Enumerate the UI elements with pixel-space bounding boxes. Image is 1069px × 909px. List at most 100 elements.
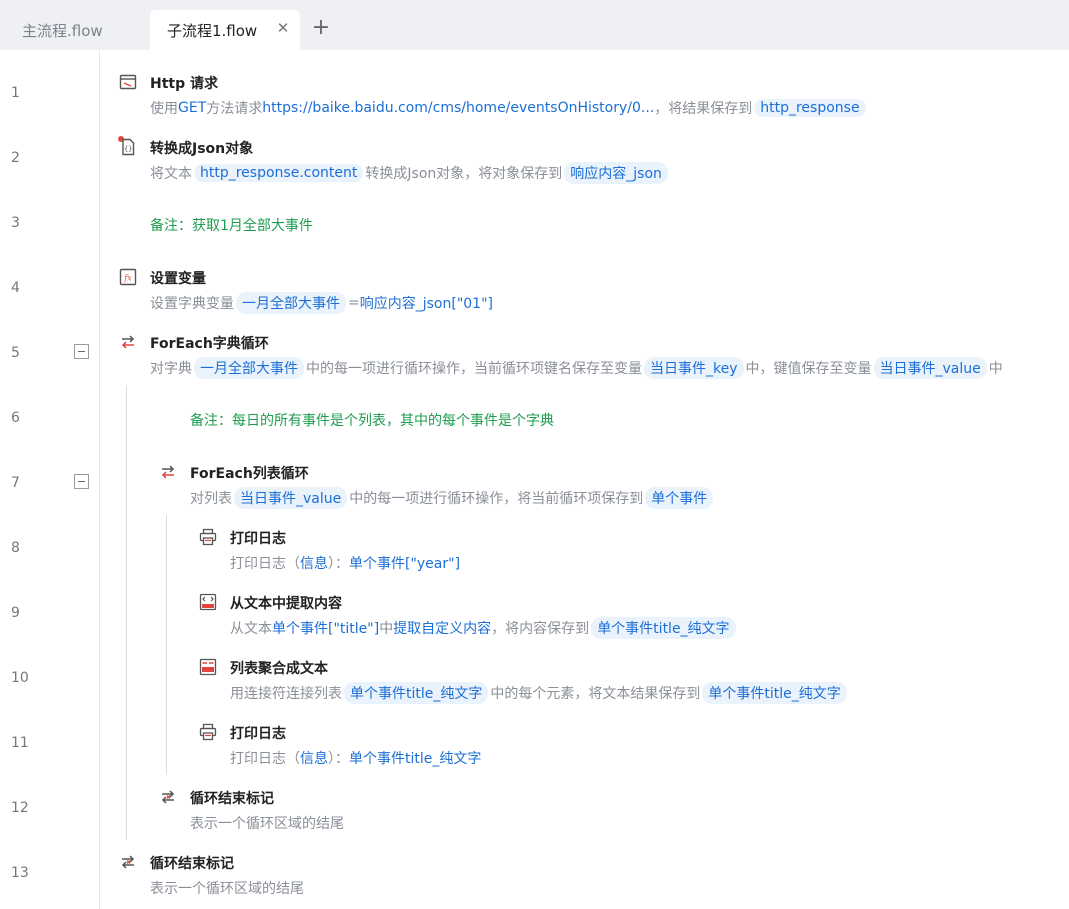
tab-label: 主流程.flow bbox=[22, 21, 103, 40]
desc-text: ）： bbox=[328, 556, 349, 572]
step-description: 用连接符连接列表 单个事件title_纯文字 中的每个元素，将文本结果保存到 单… bbox=[230, 681, 849, 705]
variable-chip: http_response bbox=[754, 99, 866, 117]
desc-text: ）： bbox=[328, 751, 349, 767]
tab-subflow-1[interactable]: 子流程1.flow ✕ bbox=[150, 10, 300, 50]
variable-chip: http_response.content bbox=[194, 164, 364, 182]
line-number: 9 bbox=[11, 605, 20, 621]
line-number: 4 bbox=[11, 280, 20, 296]
step-description: 从文本 单个事件["title"] 中 提取自定义内容 ，将内容保存到 单个事件… bbox=[230, 616, 738, 640]
tab-label: 子流程1.flow bbox=[167, 21, 258, 40]
line-number: 3 bbox=[11, 215, 20, 231]
desc-text: 对字典 bbox=[150, 361, 192, 377]
step-loop-end-outer[interactable]: 循环结束标记 表示一个循环区域的结尾 bbox=[118, 853, 1058, 901]
desc-text: 方法请求 bbox=[206, 101, 263, 117]
desc-text: 中 bbox=[379, 621, 394, 637]
desc-text: ，将结果保存到 bbox=[654, 101, 753, 117]
step-extract-text[interactable]: 从文本中提取内容 从文本 单个事件["title"] 中 提取自定义内容 ，将内… bbox=[198, 593, 1058, 641]
loop-end-icon bbox=[161, 790, 175, 804]
param-level: 信息 bbox=[300, 556, 328, 572]
desc-text: = bbox=[348, 295, 360, 311]
line-number: 2 bbox=[11, 150, 20, 166]
variable-chip: 单个事件title_纯文字 bbox=[702, 682, 847, 704]
desc-text: 设置字典变量 bbox=[150, 296, 234, 312]
variable-chip: 当日事件_value bbox=[234, 487, 348, 509]
desc-text: ，将内容保存到 bbox=[491, 621, 590, 637]
desc-text: 用连接符连接列表 bbox=[230, 686, 342, 702]
step-description: 对列表 当日事件_value 中的每一项进行循环操作，将当前循环项保存到 单个事… bbox=[190, 486, 715, 510]
tab-main-flow[interactable]: 主流程.flow bbox=[0, 10, 150, 50]
line-number: 1 bbox=[11, 85, 20, 101]
variable-chip: 当日事件_key bbox=[644, 357, 744, 379]
step-loop-end-inner[interactable]: 循环结束标记 表示一个循环区域的结尾 bbox=[158, 788, 1058, 836]
step-foreach-list[interactable]: ForEach列表循环 对列表 当日事件_value 中的每一项进行循环操作，将… bbox=[158, 463, 1058, 511]
step-set-variable[interactable]: fx 设置变量 设置字典变量 一月全部大事件 = 响应内容_json["01"] bbox=[118, 268, 1058, 316]
step-title: 打印日志 bbox=[230, 531, 286, 547]
step-description: 将文本 http_response.content 转换成Json对象，将对象保… bbox=[150, 161, 670, 185]
param-url: https://baike.baidu.com/cms/home/eventsO… bbox=[262, 100, 655, 116]
line-number: 7 bbox=[11, 475, 20, 491]
step-print-log[interactable]: 打印日志 打印日志（ 信息 ）： 单个事件["year"] bbox=[198, 528, 1058, 576]
line-number: 6 bbox=[11, 410, 20, 426]
step-http-request[interactable]: Http 请求 使用 GET 方法请求 https://baike.baidu.… bbox=[118, 73, 1058, 121]
step-title: 列表聚合成文本 bbox=[230, 661, 328, 677]
browser-window-icon bbox=[119, 74, 137, 90]
loop-icon bbox=[121, 335, 135, 349]
param-method: GET bbox=[178, 100, 207, 116]
step-title: 循环结束标记 bbox=[150, 856, 234, 872]
variable-chip: 一月全部大事件 bbox=[194, 357, 304, 379]
variable-chip: 单个事件 bbox=[645, 487, 714, 509]
param-source: 单个事件["title"] bbox=[272, 621, 380, 637]
step-title: ForEach字典循环 bbox=[150, 336, 269, 352]
loop-guide-inner bbox=[166, 515, 167, 775]
comment-note[interactable]: 备注：获取1月全部大事件 bbox=[150, 215, 313, 235]
line-number: 10 bbox=[11, 670, 29, 686]
step-description: 对字典 一月全部大事件 中的每一项进行循环操作，当前循环项键名保存至变量 当日事… bbox=[150, 356, 1003, 380]
step-title: 打印日志 bbox=[230, 726, 286, 742]
desc-text: 中的每一项进行循环操作，将当前循环项保存到 bbox=[349, 491, 644, 507]
desc-text: 中的每一项进行循环操作，当前循环项键名保存至变量 bbox=[306, 361, 642, 377]
step-print-log[interactable]: 打印日志 打印日志（ 信息 ）： 单个事件title_纯文字 bbox=[198, 723, 1058, 771]
variable-chip: 单个事件title_纯文字 bbox=[591, 617, 736, 639]
desc-text: 打印日志（ bbox=[230, 751, 300, 767]
step-foreach-dict[interactable]: ForEach字典循环 对字典 一月全部大事件 中的每一项进行循环操作，当前循环… bbox=[118, 333, 1063, 381]
line-number: 11 bbox=[11, 735, 29, 751]
step-description: 打印日志（ 信息 ）： 单个事件title_纯文字 bbox=[230, 746, 481, 770]
line-number: 8 bbox=[11, 540, 20, 556]
svg-text:{}: {} bbox=[124, 145, 132, 153]
join-list-icon bbox=[199, 658, 217, 676]
variable-chip: 当日事件_value bbox=[873, 357, 987, 379]
comment-note[interactable]: 备注：每日的所有事件是个列表，其中的每个事件是个字典 bbox=[190, 410, 554, 430]
step-title: Http 请求 bbox=[150, 76, 218, 92]
param-mode: 提取自定义内容 bbox=[393, 621, 492, 637]
extract-text-icon bbox=[199, 593, 217, 611]
line-number: 5 bbox=[11, 345, 20, 361]
step-description: 使用 GET 方法请求 https://baike.baidu.com/cms/… bbox=[150, 96, 868, 120]
param-value: 单个事件title_纯文字 bbox=[349, 751, 482, 767]
collapse-toggle-foreach-dict[interactable] bbox=[74, 344, 89, 359]
desc-text: 中的每个元素，将文本结果保存到 bbox=[490, 686, 701, 702]
variable-chip: 一月全部大事件 bbox=[236, 292, 346, 314]
close-icon[interactable]: ✕ bbox=[276, 19, 290, 37]
step-description: 表示一个循环区域的结尾 bbox=[190, 816, 344, 832]
variable-fx-icon: fx bbox=[119, 268, 137, 286]
variable-chip: 单个事件title_纯文字 bbox=[344, 682, 489, 704]
step-join-list[interactable]: 列表聚合成文本 用连接符连接列表 单个事件title_纯文字 中的每个元素，将文… bbox=[198, 658, 1058, 706]
step-title: 从文本中提取内容 bbox=[230, 596, 342, 612]
desc-text: 将文本 bbox=[150, 166, 192, 182]
collapse-toggle-foreach-list[interactable] bbox=[74, 474, 89, 489]
svg-text:fx: fx bbox=[123, 274, 132, 283]
add-tab-icon[interactable]: + bbox=[310, 17, 332, 39]
step-to-json[interactable]: {} 转换成Json对象 将文本 http_response.content 转… bbox=[118, 138, 1058, 186]
desc-text: 中 bbox=[988, 361, 1003, 377]
desc-text: 从文本 bbox=[230, 621, 272, 637]
desc-text: 打印日志（ bbox=[230, 556, 300, 572]
desc-text: 对列表 bbox=[190, 491, 232, 507]
step-description: 设置字典变量 一月全部大事件 = 响应内容_json["01"] bbox=[150, 291, 493, 315]
param-value: 单个事件["year"] bbox=[349, 556, 461, 572]
line-number: 13 bbox=[11, 865, 29, 881]
step-description: 打印日志（ 信息 ）： 单个事件["year"] bbox=[230, 551, 460, 575]
printer-icon bbox=[199, 723, 217, 741]
step-title: ForEach列表循环 bbox=[190, 466, 309, 482]
loop-end-icon bbox=[121, 855, 135, 869]
desc-text: 使用 bbox=[150, 101, 178, 117]
